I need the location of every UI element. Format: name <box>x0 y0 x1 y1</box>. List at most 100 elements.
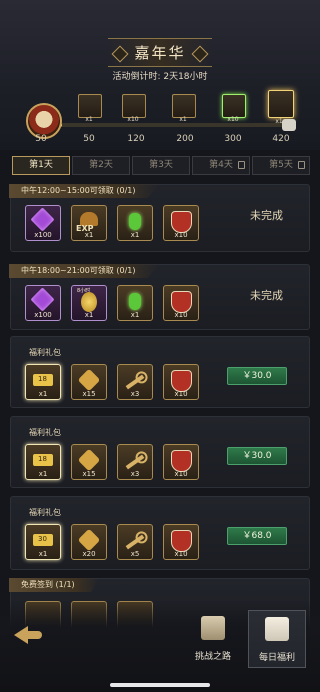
card-title: 福利礼包 <box>29 348 61 357</box>
potion-icon <box>129 293 141 310</box>
fire-crystal-icon <box>77 448 101 472</box>
fire-crystal-icon <box>77 368 101 392</box>
item-qty: x1 <box>38 550 48 558</box>
daily-welfare-button[interactable]: 每日福利 <box>248 610 306 668</box>
milestone-reward-qty: x1 <box>85 116 93 123</box>
milestone-points: 50 <box>83 134 95 144</box>
gem-icon <box>30 207 55 232</box>
item-qty: x10 <box>174 470 188 478</box>
item-qty: x3 <box>130 470 140 478</box>
reward-item[interactable]: x15 <box>71 364 107 400</box>
card-title: 中午12:00~15:00可领取 (0/1) <box>9 184 160 198</box>
reward-item[interactable]: x5 <box>117 524 153 560</box>
back-arrow-icon[interactable] <box>14 620 44 644</box>
item-qty: x100 <box>34 231 52 239</box>
shield-icon <box>171 211 192 233</box>
reward-item[interactable]: 8小时 x1 <box>71 285 107 321</box>
reward-item[interactable]: x3 <box>117 444 153 480</box>
milestone-reward-4[interactable] <box>222 94 246 118</box>
potion-icon <box>129 213 141 230</box>
card-title: 福利礼包 <box>29 428 61 437</box>
tab-label: 第5天 <box>269 160 293 170</box>
reward-item[interactable]: x10 <box>163 524 199 560</box>
item-qty: x1 <box>38 390 48 398</box>
nav-label: 每日福利 <box>258 653 295 663</box>
item-qty: x1 <box>38 470 48 478</box>
milestone-reward-qty: x10 <box>127 116 139 123</box>
milestone-reward-3[interactable] <box>172 94 196 118</box>
buy-button[interactable]: ￥30.0 <box>227 367 287 385</box>
milestone-progress-track <box>30 123 295 127</box>
reward-item[interactable]: x20 <box>71 524 107 560</box>
tab-day-1[interactable]: 第1天 <box>12 156 70 175</box>
tab-label: 第3天 <box>149 160 173 170</box>
gem-icon <box>30 287 55 312</box>
reward-item[interactable]: x10 <box>163 205 199 241</box>
reward-item[interactable]: x1 <box>117 205 153 241</box>
reward-item[interactable]: 18 x1 <box>25 444 61 480</box>
key-icon <box>125 454 145 470</box>
shield-icon <box>171 530 192 552</box>
timed-reward-card-noon: 中午12:00~15:00可领取 (0/1) x100 EXP x1 x1 x10… <box>9 184 310 252</box>
reward-item[interactable]: x3 <box>117 364 153 400</box>
milestone-reward-1[interactable] <box>78 94 102 118</box>
tab-label: 第4天 <box>209 160 233 170</box>
buy-button[interactable]: ￥30.0 <box>227 447 287 465</box>
buy-button[interactable]: ￥68.0 <box>227 527 287 545</box>
welfare-pack-card: 福利礼包 18 x1 x15 x3 x10 ￥30.0 <box>10 336 310 408</box>
item-qty: x3 <box>130 390 140 398</box>
day-tabs: 第1天 第2天 第3天 第4天 第5天 <box>12 156 320 175</box>
coin-icon <box>81 292 97 312</box>
reward-item[interactable]: EXP x1 <box>71 205 107 241</box>
item-qty: x1 <box>84 311 94 319</box>
item-qty: x10 <box>174 231 188 239</box>
tab-day-5[interactable]: 第5天 <box>252 156 310 175</box>
milestone-reward-2[interactable] <box>122 94 146 118</box>
item-text: 18 <box>38 455 47 463</box>
item-qty: x100 <box>34 311 52 319</box>
reward-item[interactable]: x15 <box>71 444 107 480</box>
item-qty: x1 <box>130 231 140 239</box>
tab-day-2[interactable]: 第2天 <box>72 156 130 175</box>
reward-item[interactable]: 30 x1 <box>25 524 61 560</box>
key-icon <box>125 534 145 550</box>
event-countdown: 活动倒计时: 2天18小时 <box>112 72 208 82</box>
reward-item[interactable]: x10 <box>163 285 199 321</box>
lock-icon <box>298 161 305 169</box>
item-text: 18 <box>38 375 47 383</box>
milestone-points: 50 <box>35 134 47 144</box>
home-indicator <box>110 683 210 687</box>
challenge-road-button[interactable]: 挑战之路 <box>185 610 241 666</box>
milestone-reward-qty: x10 <box>227 116 239 123</box>
reward-item[interactable]: x10 <box>163 444 199 480</box>
reward-item[interactable]: 18 x1 <box>25 364 61 400</box>
gift-icon <box>282 119 296 131</box>
timed-reward-card-evening: 中午18:00~21:00可领取 (0/1) x100 8小时 x1 x1 x10… <box>9 264 310 330</box>
tab-label: 第1天 <box>29 160 53 170</box>
item-qty: x10 <box>174 390 188 398</box>
tab-day-4[interactable]: 第4天 <box>192 156 250 175</box>
reward-item[interactable]: x100 <box>25 205 61 241</box>
item-qty: x20 <box>82 550 96 558</box>
item-qty: x10 <box>174 311 188 319</box>
item-text: 30 <box>38 535 47 543</box>
shield-icon <box>171 450 192 472</box>
lock-icon <box>238 161 245 169</box>
item-qty: x1 <box>84 231 94 239</box>
reward-item[interactable]: x100 <box>25 285 61 321</box>
card-title: 免费签到 (1/1) <box>9 578 99 592</box>
item-qty: x5 <box>130 550 140 558</box>
tab-day-3[interactable]: 第3天 <box>132 156 190 175</box>
milestone-reward-5[interactable] <box>268 90 294 118</box>
gift-box-icon <box>265 617 289 641</box>
card-title: 中午18:00~21:00可领取 (0/1) <box>9 264 160 278</box>
fire-crystal-icon <box>77 528 101 552</box>
title-area: 嘉年华 <box>0 38 320 67</box>
page-title: 嘉年华 <box>108 38 212 67</box>
reward-item[interactable]: x10 <box>163 364 199 400</box>
item-qty: x15 <box>82 470 96 478</box>
tab-label: 第2天 <box>89 160 113 170</box>
welfare-pack-card: 福利礼包 30 x1 x20 x5 x10 ￥68.0 <box>10 496 310 570</box>
reward-item[interactable]: x1 <box>117 285 153 321</box>
shield-icon <box>171 291 192 313</box>
